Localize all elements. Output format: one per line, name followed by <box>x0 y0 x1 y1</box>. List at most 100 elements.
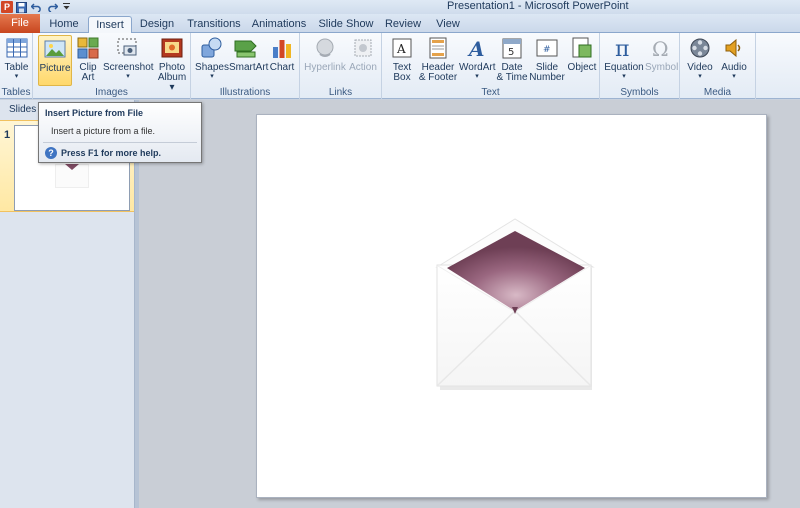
group-media: Video ▾ Audio ▾ Media <box>680 33 756 99</box>
speaker-icon <box>721 35 747 61</box>
video-label: Video <box>687 62 713 73</box>
slide-number-button[interactable]: # Slide Number <box>529 35 565 83</box>
group-tables-label: Tables <box>1 87 31 98</box>
group-tables: Table ▾ Tables <box>0 33 33 99</box>
smartart-icon <box>233 35 259 61</box>
shapes-button[interactable]: Shapes ▾ <box>195 35 229 81</box>
tooltip-help-text: Press F1 for more help. <box>61 148 162 158</box>
tooltip-description: Insert a picture from a file. <box>51 126 156 136</box>
tab-file[interactable]: File <box>0 14 40 33</box>
calendar-icon: 5 <box>499 35 525 61</box>
group-illustrations: Shapes ▾ SmartArt Chart Illustrations <box>191 33 300 99</box>
save-icon[interactable] <box>15 1 28 13</box>
thumbnail-envelope-flap <box>65 164 79 170</box>
chart-button[interactable]: Chart <box>267 35 297 73</box>
table-button[interactable]: Table ▾ <box>2 35 31 81</box>
group-links: Hyperlink Action Links <box>300 33 382 99</box>
redo-icon[interactable] <box>45 1 58 13</box>
picture-button[interactable]: Picture <box>38 35 72 86</box>
window-title: Presentation1 - Microsoft PowerPoint <box>447 0 629 12</box>
smartart-label: SmartArt <box>229 62 269 73</box>
header-footer-label-2: & Footer <box>418 72 458 83</box>
object-label: Object <box>567 62 597 73</box>
audio-dropdown-arrow: ▾ <box>732 73 736 80</box>
omega-icon: Ω <box>648 35 674 61</box>
equation-label: Equation <box>604 62 644 73</box>
hyperlink-icon <box>312 35 338 61</box>
tab-slide-show[interactable]: Slide Show <box>317 16 375 33</box>
header-footer-button[interactable]: Header & Footer <box>418 35 458 83</box>
wordart-icon: A <box>464 35 490 61</box>
group-symbols-label: Symbols <box>620 87 659 98</box>
audio-button[interactable]: Audio ▾ <box>718 35 750 81</box>
ribbon-insert: Table ▾ Tables Picture Clip Art Screensh… <box>0 33 800 99</box>
chart-icon <box>269 35 295 61</box>
group-images: Picture Clip Art Screenshot ▾ Photo Albu… <box>33 33 191 99</box>
clip-art-label-2: Art <box>81 72 95 83</box>
picture-icon <box>42 36 68 62</box>
tab-transitions[interactable]: Transitions <box>185 16 243 33</box>
tooltip-title: Insert Picture from File <box>45 108 144 118</box>
picture-label: Picture <box>39 63 71 74</box>
slide-number-icon: # <box>534 35 560 61</box>
title-bar: P Presentation1 - Microsoft PowerPoint <box>0 0 800 14</box>
group-text: A Text Box Header & Footer A WordArt ▾ 5… <box>382 33 600 99</box>
wordart-dropdown-arrow: ▾ <box>475 73 479 80</box>
group-symbols: π Equation ▾ Ω Symbol Symbols <box>600 33 680 99</box>
tab-home[interactable]: Home <box>44 16 84 33</box>
group-text-label: Text <box>481 87 500 98</box>
group-media-label: Media <box>703 87 732 98</box>
customize-icon[interactable] <box>60 1 73 13</box>
svg-text:π: π <box>615 37 629 59</box>
symbol-label: Symbol <box>645 62 679 73</box>
slides-tab[interactable]: Slides <box>9 104 36 115</box>
tab-animations[interactable]: Animations <box>249 16 309 33</box>
slide-number-label-2: Number <box>529 72 565 83</box>
tab-view[interactable]: View <box>430 16 466 33</box>
shapes-dropdown-arrow: ▾ <box>210 73 214 80</box>
video-button[interactable]: Video ▾ <box>684 35 716 81</box>
object-button[interactable]: Object <box>566 35 598 73</box>
header-footer-icon <box>425 35 451 61</box>
hyperlink-button[interactable]: Hyperlink <box>304 35 346 73</box>
smartart-button[interactable]: SmartArt <box>229 35 268 73</box>
powerpoint-logo-icon[interactable]: P <box>1 1 13 13</box>
audio-label: Audio <box>721 62 747 73</box>
screenshot-button[interactable]: Screenshot ▾ <box>103 35 154 81</box>
ribbon-tabs: File Home Insert Design Transitions Anim… <box>0 14 800 34</box>
svg-text:A: A <box>467 37 485 59</box>
equation-button[interactable]: π Equation ▾ <box>603 35 645 81</box>
date-time-button[interactable]: 5 Date & Time <box>496 35 528 83</box>
text-box-icon: A <box>389 35 415 61</box>
action-label: Action <box>349 62 377 73</box>
text-box-button[interactable]: A Text Box <box>386 35 418 83</box>
video-icon <box>687 35 713 61</box>
wordart-label: WordArt <box>459 62 496 73</box>
picture-tooltip: Insert Picture from File Insert a pictur… <box>38 102 202 163</box>
group-illustrations-label: Illustrations <box>219 87 271 98</box>
table-label: Table <box>4 62 29 73</box>
photo-album-button[interactable]: Photo Album ▾ <box>155 35 189 93</box>
screenshot-dropdown-arrow: ▾ <box>126 73 130 80</box>
pi-icon: π <box>611 35 637 61</box>
svg-text:Ω: Ω <box>652 37 669 59</box>
hyperlink-label: Hyperlink <box>304 62 346 73</box>
tab-insert[interactable]: Insert <box>88 16 132 34</box>
tab-design[interactable]: Design <box>136 16 178 33</box>
action-button[interactable]: Action <box>348 35 378 73</box>
date-time-label-2: & Time <box>496 72 528 83</box>
shapes-icon <box>199 35 225 61</box>
group-links-label: Links <box>328 87 353 98</box>
envelope-image[interactable] <box>257 115 768 499</box>
quick-access-toolbar: P <box>0 0 73 14</box>
slide-canvas[interactable] <box>256 114 767 498</box>
wordart-button[interactable]: A WordArt ▾ <box>459 35 496 81</box>
tooltip-divider <box>43 142 197 143</box>
symbol-button[interactable]: Ω Symbol <box>645 35 679 73</box>
svg-text:5: 5 <box>508 47 514 58</box>
group-images-label: Images <box>95 87 128 98</box>
tab-review[interactable]: Review <box>382 16 424 33</box>
undo-icon[interactable] <box>30 1 43 13</box>
svg-text:#: # <box>543 45 551 55</box>
clip-art-button[interactable]: Clip Art <box>75 35 101 83</box>
